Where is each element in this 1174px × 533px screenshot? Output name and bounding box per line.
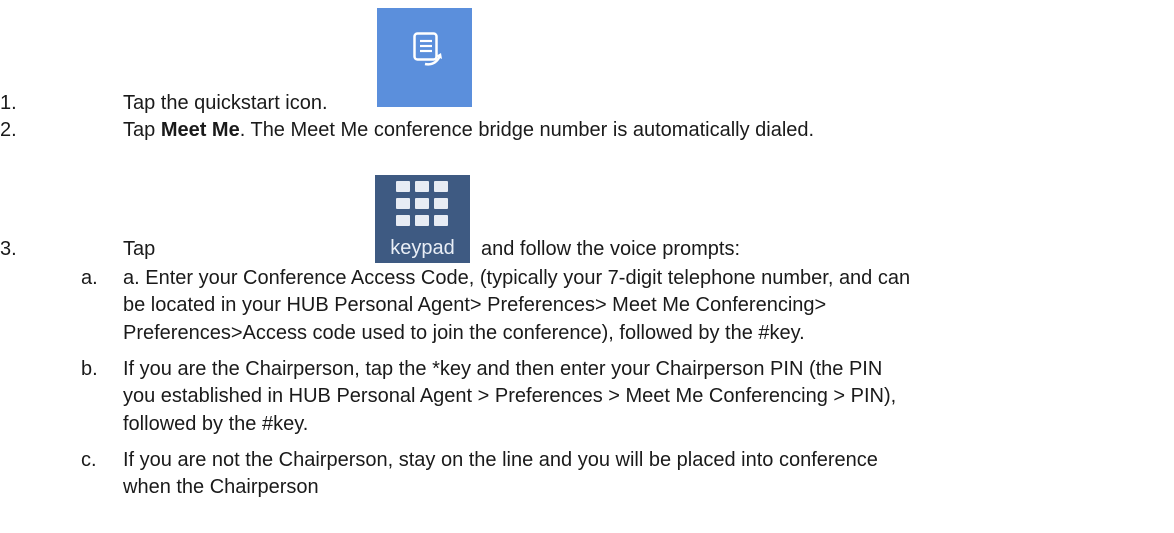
- substep-line: be located in your HUB Personal Agent> P…: [123, 294, 827, 316]
- substep-line: a. Enter your Conference Access Code, (t…: [123, 267, 911, 289]
- step-text: Tap Meet Me. The Meet Me conference brid…: [123, 118, 814, 142]
- document-page: { "steps": [ {"number": "1.", "text": "T…: [0, 0, 1174, 533]
- substep-line: If you are the Chairperson, tap the *key…: [123, 358, 883, 380]
- quickstart-icon: [377, 8, 472, 107]
- keypad-grid: [396, 181, 450, 229]
- substep-line: when the Chairperson: [123, 476, 319, 498]
- step-number: 3.: [0, 238, 17, 260]
- meet-me-label: Meet Me: [160, 119, 240, 141]
- step-number: 2.: [0, 119, 17, 141]
- substep-letter: a.: [81, 267, 98, 289]
- keypad-icon: keypad: [375, 175, 470, 263]
- substep-letter: b.: [81, 358, 98, 380]
- step-number: 1.: [0, 92, 17, 114]
- step-text-suffix: and follow the voice prompts:: [481, 238, 741, 260]
- step-text: Tap the quickstart icon.: [123, 92, 328, 114]
- step-text-prefix: Tap: [123, 119, 161, 141]
- step-text-prefix: Tap: [123, 238, 156, 260]
- keypad-label: keypad: [390, 237, 455, 259]
- substep-line: If you are not the Chairperson, stay on …: [123, 449, 878, 471]
- substep-line: followed by the #key.: [123, 413, 309, 435]
- substep-line: you established in HUB Personal Agent > …: [123, 385, 897, 407]
- substep-letter: c.: [81, 449, 97, 471]
- substep-line: Preferences>Access code used to join the…: [123, 322, 805, 344]
- step-text-suffix: . The Meet Me conference bridge number i…: [239, 119, 815, 141]
